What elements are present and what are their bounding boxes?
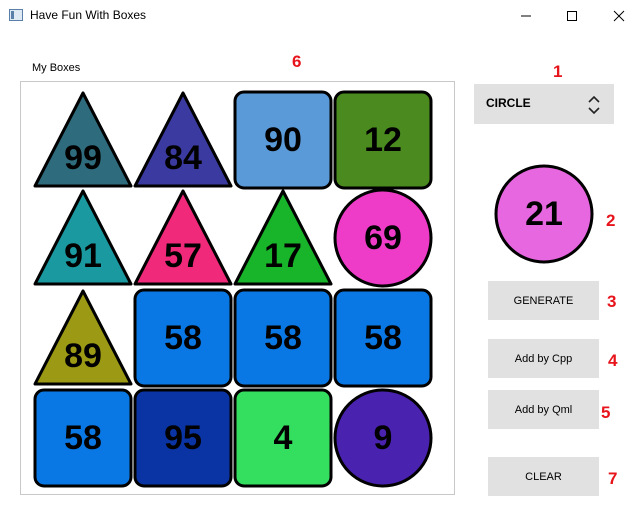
box-value: 58 [364,319,402,357]
annotation-marker-1: 1 [553,62,563,81]
close-button[interactable] [596,0,642,31]
shape-selector[interactable]: CIRCLE [474,84,614,124]
annotation-marker-3: 3 [607,292,617,311]
title-bar: Have Fun With Boxes [0,0,642,31]
annotation-marker-4: 4 [608,351,618,370]
minimize-button[interactable] [503,0,549,31]
add-by-cpp-button[interactable]: Add by Cpp [488,339,599,378]
maximize-button[interactable] [549,0,595,31]
box-value: 57 [164,237,202,275]
box-circle[interactable]: 69 [333,188,433,288]
box-triangle[interactable]: 84 [133,90,233,190]
box-square[interactable]: 58 [133,288,233,388]
box-value: 99 [64,139,102,177]
add-by-qml-button[interactable]: Add by Qml [488,390,599,429]
box-square[interactable]: 4 [233,388,333,488]
maximize-icon [567,11,577,21]
spin-arrows-icon [588,95,600,115]
box-square[interactable]: 58 [233,288,333,388]
box-square[interactable]: 90 [233,90,333,190]
box-value: 84 [164,139,202,177]
box-square[interactable]: 95 [133,388,233,488]
box-circle[interactable]: 9 [333,388,433,488]
preview-shape: 21 [494,164,594,264]
box-square[interactable]: 58 [333,288,433,388]
box-value: 69 [364,219,402,257]
box-value: 4 [273,419,293,457]
box-value: 12 [364,121,402,159]
box-square[interactable]: 12 [333,90,433,190]
app-window-icon [9,9,23,21]
box-triangle[interactable]: 17 [233,188,333,288]
box-value: 58 [264,319,302,357]
box-value: 58 [164,319,202,357]
generate-button[interactable]: GENERATE [488,281,599,320]
clear-button[interactable]: CLEAR [488,457,599,496]
annotation-marker-5: 5 [601,403,611,422]
box-square[interactable]: 58 [33,388,133,488]
boxes-panel-label: My Boxes [32,62,81,74]
annotation-marker-6: 6 [292,52,302,71]
box-value: 9 [373,419,393,457]
box-value: 58 [64,419,102,457]
annotation-marker-7: 7 [608,469,618,488]
window-title: Have Fun With Boxes [30,8,147,22]
preview-value: 21 [525,195,563,233]
shape-selector-value: CIRCLE [486,96,531,110]
box-triangle[interactable]: 99 [33,90,133,190]
boxes-panel: 99 84 90 12 91 57 17 69 89 58 58 58 58 95 4 9 [20,81,455,495]
annotation-marker-2: 2 [606,211,616,230]
box-value: 17 [264,237,302,275]
box-value: 90 [264,121,302,159]
box-triangle[interactable]: 91 [33,188,133,288]
minimize-icon [521,15,531,17]
close-icon [613,10,625,22]
box-triangle[interactable]: 57 [133,188,233,288]
box-value: 95 [164,419,202,457]
box-value: 89 [64,337,102,375]
box-triangle[interactable]: 89 [33,288,133,388]
box-value: 91 [64,237,102,275]
